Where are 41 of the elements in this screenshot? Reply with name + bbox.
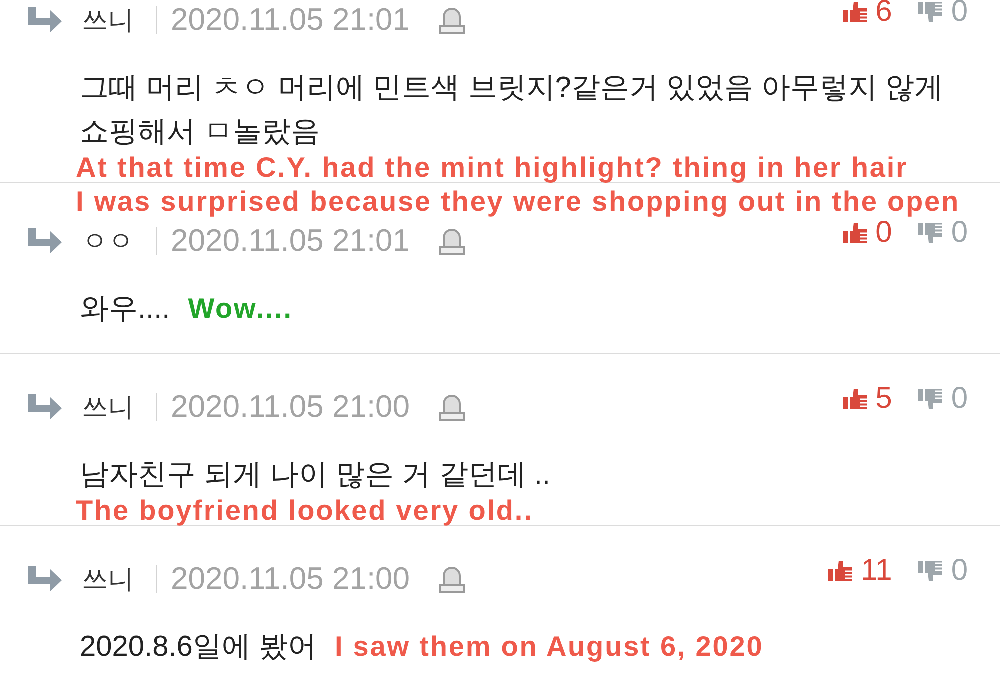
thumbs-up-icon: [828, 561, 852, 581]
dislike-button[interactable]: 0: [918, 0, 968, 30]
dislike-button[interactable]: 0: [918, 381, 968, 417]
author-name: 쓰니: [82, 563, 134, 596]
thumbs-down-icon: [918, 2, 942, 22]
comment-text: 남자친구 되게 나이 많은 거 같던데 ..: [80, 458, 550, 493]
siren-icon[interactable]: [438, 227, 466, 255]
siren-icon[interactable]: [438, 6, 466, 34]
siren-icon[interactable]: [438, 565, 466, 593]
translation-text: I saw them on August 6, 2020: [334, 630, 764, 664]
translation-text: The boyfriend looked very old..: [75, 497, 534, 525]
thumbs-down-icon: [918, 561, 942, 581]
comment-date: 2020.11.05 21:01: [171, 222, 410, 260]
comment-text: 그때 머리 ㅊㅇ 머리에 민트색 브릿지?같은거 있었음 아무렇지 않게 쇼핑해서 ㅁ놀랐음: [80, 71, 945, 150]
translation-text: Wow....: [188, 292, 293, 326]
dislike-button[interactable]: 0: [918, 215, 968, 251]
siren-icon[interactable]: [438, 393, 466, 421]
translation-text: At that time C.Y. had the mint highlight? thing in her hair: [75, 154, 910, 182]
comment-date: 2020.11.05 21:00: [171, 388, 410, 426]
author-name: 쓰니: [82, 4, 134, 37]
thumbs-down-icon: [918, 389, 942, 409]
like-button[interactable]: 11: [828, 553, 892, 589]
comment-text: 2020.8.6일에 봤어: [80, 630, 317, 665]
dislike-button[interactable]: 0: [918, 553, 968, 589]
thumbs-down-icon: [918, 223, 942, 243]
thumbs-up-icon: [842, 223, 867, 243]
author-name: 쓰니: [82, 391, 134, 424]
comment-date: 2020.11.05 21:01: [171, 1, 410, 39]
like-button[interactable]: 6: [842, 0, 892, 30]
reply-arrow-icon: [28, 566, 62, 592]
reply-arrow-icon: [28, 7, 62, 33]
translation-text: I was surprised because they were shopping out in the open: [75, 188, 962, 216]
author-name: ㅇㅇ: [82, 225, 134, 258]
reply-arrow-icon: [28, 394, 62, 420]
like-button[interactable]: 0: [842, 215, 892, 251]
reply-arrow-icon: [28, 228, 62, 254]
comment-text: 와우....: [80, 292, 170, 327]
thumbs-up-icon: [842, 2, 867, 22]
thumbs-up-icon: [842, 389, 867, 409]
comment-date: 2020.11.05 21:00: [171, 560, 410, 598]
like-button[interactable]: 5: [842, 381, 892, 417]
